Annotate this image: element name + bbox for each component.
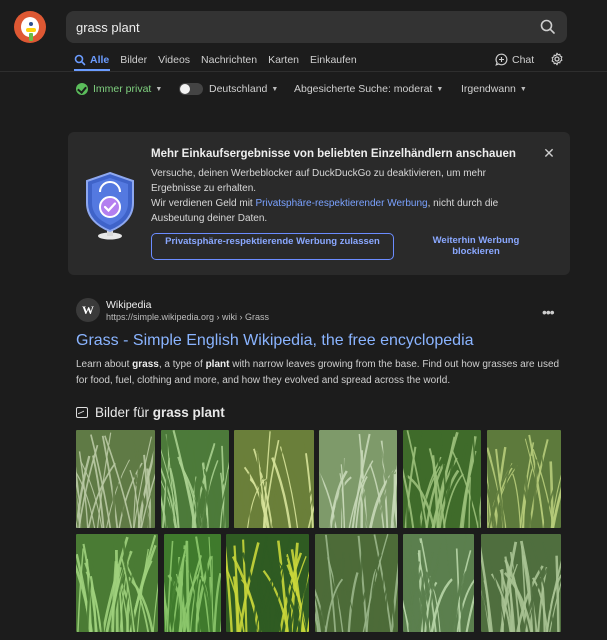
chat-icon bbox=[495, 53, 508, 66]
promo-title: Mehr Einkaufsergebnisse von beliebten Ei… bbox=[151, 148, 516, 160]
image-thumbnail[interactable] bbox=[319, 430, 397, 528]
privacy-ads-link[interactable]: Privatsphäre-respektierender Werbung bbox=[255, 198, 427, 209]
tab-label: Videos bbox=[158, 54, 191, 66]
shield-icon bbox=[86, 171, 134, 240]
tab-videos[interactable]: Videos bbox=[158, 53, 190, 67]
privacy-filter[interactable]: Immer privat ▼ bbox=[76, 83, 162, 95]
allow-ads-button[interactable]: Privatsphäre-respektierende Werbung zula… bbox=[151, 233, 394, 260]
tab-news[interactable]: Nachrichten bbox=[201, 53, 257, 67]
safesearch-label: Abgesicherte Suche: moderat bbox=[294, 83, 433, 95]
tab-label: Einkaufen bbox=[310, 54, 357, 66]
check-icon bbox=[76, 83, 88, 95]
image-thumbnail[interactable] bbox=[481, 534, 561, 632]
result-snippet: Learn about grass, a type of plant with … bbox=[76, 357, 566, 389]
caret-down-icon: ▼ bbox=[155, 85, 163, 93]
site-name[interactable]: Wikipedia bbox=[106, 299, 152, 311]
images-header-label: Bilder für bbox=[95, 405, 153, 420]
search-tabs: Alle Bilder Videos Nachrichten Karten Ei… bbox=[74, 53, 368, 71]
caret-down-icon: ▼ bbox=[271, 85, 279, 93]
search-box[interactable] bbox=[66, 11, 567, 43]
tab-label: Bilder bbox=[120, 54, 148, 66]
search-icon[interactable] bbox=[539, 18, 557, 36]
time-filter[interactable]: Irgendwann ▼ bbox=[461, 83, 527, 95]
active-tab-indicator bbox=[74, 69, 110, 71]
tab-maps[interactable]: Karten bbox=[268, 53, 299, 67]
time-label: Irgendwann bbox=[461, 83, 516, 95]
images-section-header[interactable]: Bilder für grass plant bbox=[76, 405, 225, 420]
region-toggle[interactable] bbox=[179, 83, 203, 95]
region-label: Deutschland bbox=[209, 83, 268, 95]
privacy-label: Immer privat bbox=[93, 83, 152, 95]
adblock-promo-card: Mehr Einkaufsergebnisse von beliebten Ei… bbox=[68, 132, 570, 275]
caret-down-icon: ▼ bbox=[519, 85, 527, 93]
result-url[interactable]: https://simple.wikipedia.org › wiki › Gr… bbox=[106, 312, 269, 322]
image-icon bbox=[76, 407, 88, 418]
tab-label: Alle bbox=[90, 54, 110, 66]
tab-shopping[interactable]: Einkaufen bbox=[310, 53, 357, 67]
search-icon bbox=[74, 54, 86, 66]
close-icon[interactable]: ✕ bbox=[542, 146, 556, 160]
duckduckgo-logo[interactable] bbox=[14, 11, 46, 43]
snippet-bold: plant bbox=[205, 359, 230, 370]
image-thumbnail[interactable] bbox=[234, 430, 314, 528]
snippet-bold: grass bbox=[132, 359, 159, 370]
image-thumbnail[interactable] bbox=[76, 534, 158, 632]
safesearch-filter[interactable]: Abgesicherte Suche: moderat ▼ bbox=[294, 83, 443, 95]
images-header-query: grass plant bbox=[152, 405, 225, 420]
image-thumbnail[interactable] bbox=[164, 534, 221, 632]
result-title-link[interactable]: Grass - Simple English Wikipedia, the fr… bbox=[76, 332, 474, 350]
image-thumbnail[interactable] bbox=[226, 534, 309, 632]
tab-label: Karten bbox=[268, 54, 300, 66]
snippet-text: , a type of bbox=[158, 359, 206, 370]
search-input[interactable] bbox=[76, 11, 516, 43]
wikipedia-favicon: W bbox=[76, 298, 100, 322]
more-options-icon[interactable]: ••• bbox=[542, 304, 555, 320]
region-filter[interactable]: Deutschland ▼ bbox=[179, 83, 278, 95]
image-thumbnail[interactable] bbox=[487, 430, 561, 528]
caret-down-icon: ▼ bbox=[436, 85, 444, 93]
image-thumbnail[interactable] bbox=[76, 430, 155, 528]
promo-text-prefix: Wir verdienen Geld mit bbox=[151, 198, 256, 209]
snippet-text: Learn about bbox=[76, 359, 133, 370]
tab-images[interactable]: Bilder bbox=[120, 53, 147, 67]
image-thumbnail[interactable] bbox=[161, 430, 229, 528]
gear-icon[interactable] bbox=[550, 52, 564, 66]
tab-all[interactable]: Alle bbox=[74, 53, 109, 67]
top-bar: Alle Bilder Videos Nachrichten Karten Ei… bbox=[0, 0, 607, 72]
keep-blocking-button[interactable]: Weiterhin Werbung blockieren bbox=[414, 233, 538, 260]
promo-text-1: Versuche, deinen Werbeblocker auf DuckDu… bbox=[151, 168, 486, 194]
chat-button[interactable]: Chat bbox=[495, 53, 534, 66]
image-thumbnail[interactable] bbox=[315, 534, 398, 632]
image-thumbnail[interactable] bbox=[403, 534, 474, 632]
chat-label: Chat bbox=[512, 53, 535, 66]
promo-text-2: Wir verdienen Geld mit Privatsphäre-resp… bbox=[151, 196, 531, 226]
tab-label: Nachrichten bbox=[201, 54, 258, 66]
image-thumbnail[interactable] bbox=[403, 430, 481, 528]
